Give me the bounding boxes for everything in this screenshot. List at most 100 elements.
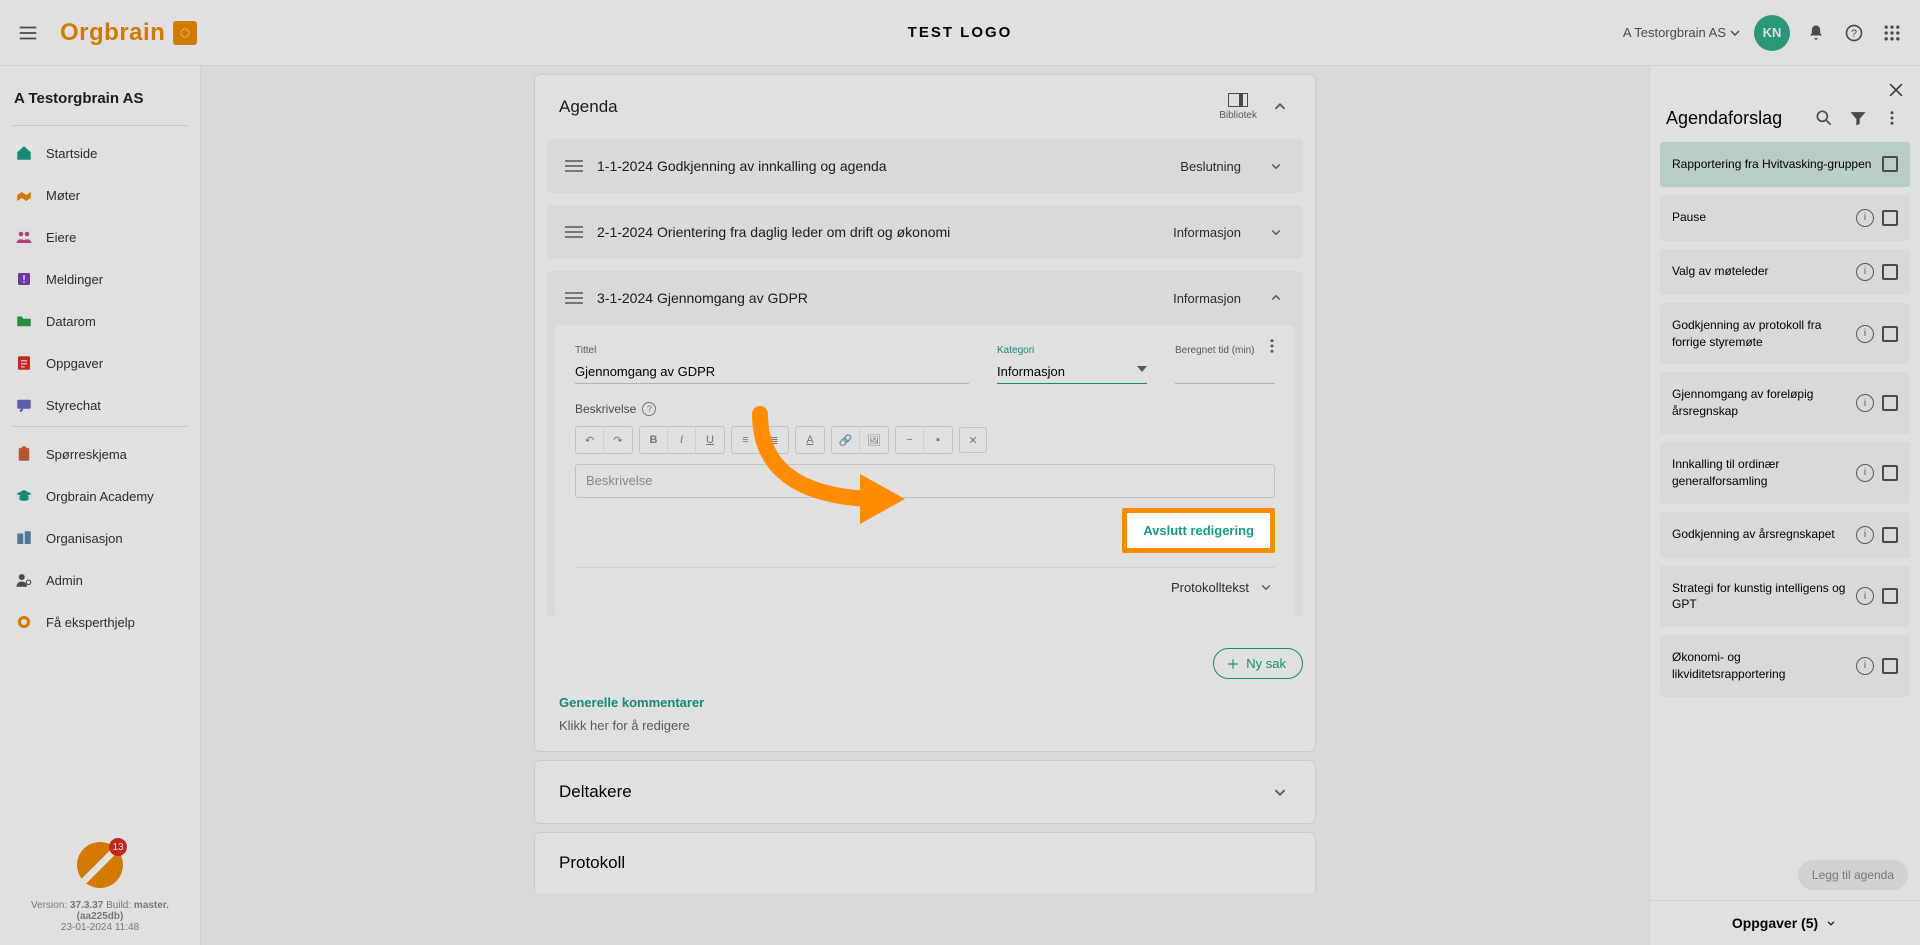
drag-handle-icon[interactable] — [565, 159, 583, 173]
italic-button[interactable]: I — [668, 427, 696, 453]
info-icon[interactable]: i — [1856, 325, 1874, 343]
deltakere-title: Deltakere — [559, 782, 632, 802]
sidebar-item-label: Styrechat — [46, 398, 101, 413]
people-icon — [14, 227, 34, 247]
info-icon[interactable]: i — [1856, 587, 1874, 605]
brand-logo[interactable]: Orgbrain — [60, 19, 201, 47]
building-icon — [14, 528, 34, 548]
sidebar-item-startside[interactable]: Startside — [0, 132, 200, 174]
tittel-input[interactable] — [575, 360, 969, 384]
checkbox[interactable] — [1882, 395, 1898, 411]
beskrivelse-editor[interactable]: Beskrivelse — [575, 464, 1275, 498]
oppgaver-footer[interactable]: Oppgaver (5) — [1650, 900, 1920, 945]
sidebar-item-sporreskjema[interactable]: Spørreskjema — [0, 433, 200, 475]
agenda-item-1[interactable]: 1-1-2024 Godkjenning av innkalling og ag… — [547, 139, 1303, 193]
chevron-down-icon — [1824, 916, 1838, 930]
checkbox[interactable] — [1882, 527, 1898, 543]
checkbox[interactable] — [1882, 658, 1898, 674]
agenda-item-title: 3-1-2024 Gjennomgang av GDPR — [597, 290, 1159, 306]
main-content: Agenda Bibliotek 1-1-2024 — [201, 66, 1649, 945]
deltakere-card[interactable]: Deltakere — [534, 760, 1316, 824]
avslutt-redigering-button[interactable]: Avslutt redigering — [1122, 508, 1275, 553]
agendaforslag-item[interactable]: Innkalling til ordinær generalforsamling… — [1660, 442, 1910, 504]
checkbox[interactable] — [1882, 156, 1898, 172]
bibliotek-button[interactable]: Bibliotek — [1219, 93, 1257, 121]
sidebar-item-oppgaver[interactable]: Oppgaver — [0, 342, 200, 384]
kategori-select[interactable] — [997, 360, 1147, 384]
filter-icon[interactable] — [1846, 106, 1870, 130]
legg-til-agenda-button[interactable]: Legg til agenda — [1798, 860, 1908, 890]
info-icon[interactable]: i — [1856, 657, 1874, 675]
sidebar-item-organisasjon[interactable]: Organisasjon — [0, 517, 200, 559]
agendaforslag-item[interactable]: Godkjenning av årsregnskapeti — [1660, 512, 1910, 558]
org-dropdown[interactable]: A Testorgbrain AS — [1623, 25, 1740, 40]
close-panel-button[interactable] — [1886, 80, 1906, 100]
checkbox[interactable] — [1882, 264, 1898, 280]
drag-handle-icon[interactable] — [565, 291, 583, 305]
image-button[interactable]: 🖼 — [860, 427, 888, 453]
agendaforslag-label: Strategi for kunstig intelligens og GPT — [1672, 580, 1848, 614]
undo-button[interactable]: ↶ — [576, 427, 604, 453]
comments-editor[interactable]: Klikk her for å redigere — [559, 718, 1291, 733]
drag-handle-icon[interactable] — [565, 225, 583, 239]
sidebar-item-label: Møter — [46, 188, 80, 203]
text-color-button[interactable]: A — [796, 427, 824, 453]
chevron-down-icon — [1257, 578, 1275, 596]
search-icon[interactable] — [1812, 106, 1836, 130]
underline-button[interactable]: U — [696, 427, 724, 453]
link-button[interactable]: 🔗 — [832, 427, 860, 453]
agendaforslag-item[interactable]: Økonomi- og likviditetsrapporteringi — [1660, 635, 1910, 697]
beregnet-input[interactable] — [1175, 360, 1275, 384]
chevron-down-icon — [1267, 157, 1285, 175]
redo-button[interactable]: ↷ — [604, 427, 632, 453]
sidebar-item-academy[interactable]: Orgbrain Academy — [0, 475, 200, 517]
minus-button[interactable]: − — [896, 427, 924, 453]
sidebar-item-eksperthjelp[interactable]: Få eksperthjelp — [0, 601, 200, 643]
academy-icon — [14, 486, 34, 506]
sidebar-item-admin[interactable]: Admin — [0, 559, 200, 601]
agenda-item-2[interactable]: 2-1-2024 Orientering fra daglig leder om… — [547, 205, 1303, 259]
checkbox[interactable] — [1882, 326, 1898, 342]
chevron-down-icon — [1269, 781, 1291, 803]
floating-action[interactable]: 13 — [77, 842, 123, 888]
sidebar-item-label: Oppgaver — [46, 356, 103, 371]
info-icon[interactable]: i — [1856, 263, 1874, 281]
sidebar-item-eiere[interactable]: Eiere — [0, 216, 200, 258]
ny-sak-button[interactable]: Ny sak — [1213, 648, 1303, 679]
agendaforslag-item[interactable]: Gjennomgang av foreløpig årsregnskapi — [1660, 372, 1910, 434]
bullet-list-button[interactable]: ≡ — [732, 427, 760, 453]
clear-button[interactable]: ✕ — [959, 427, 987, 453]
bell-icon[interactable] — [1804, 21, 1828, 45]
bold-button[interactable]: B — [640, 427, 668, 453]
agenda-item-3-header[interactable]: 3-1-2024 Gjennomgang av GDPR Informasjon — [547, 271, 1303, 325]
avatar[interactable]: KN — [1754, 15, 1790, 51]
sidebar-item-meldinger[interactable]: Meldinger — [0, 258, 200, 300]
help-icon[interactable]: ? — [642, 402, 656, 416]
agendaforslag-item[interactable]: Valg av møtelederi — [1660, 249, 1910, 295]
checkbox[interactable] — [1882, 465, 1898, 481]
sidebar-item-moter[interactable]: Møter — [0, 174, 200, 216]
agendaforslag-item[interactable]: Rapportering fra Hvitvasking-gruppen — [1660, 142, 1910, 187]
help-icon[interactable]: ? — [1842, 21, 1866, 45]
agendaforslag-item[interactable]: Strategi for kunstig intelligens og GPT i — [1660, 566, 1910, 628]
checkbox[interactable] — [1882, 210, 1898, 226]
info-icon[interactable]: i — [1856, 464, 1874, 482]
more-menu-icon[interactable] — [1263, 337, 1281, 355]
collapse-all-button[interactable] — [1269, 96, 1291, 118]
hamburger-menu[interactable] — [16, 21, 40, 45]
chevron-down-icon — [1267, 223, 1285, 241]
info-icon[interactable]: i — [1856, 209, 1874, 227]
sidebar-item-datarom[interactable]: Datarom — [0, 300, 200, 342]
plus-button[interactable]: ▪ — [924, 427, 952, 453]
info-icon[interactable]: i — [1856, 394, 1874, 412]
more-icon[interactable] — [1880, 106, 1904, 130]
agendaforslag-item[interactable]: Pausei — [1660, 195, 1910, 241]
info-icon[interactable]: i — [1856, 526, 1874, 544]
protokoll-card[interactable]: Protokoll — [534, 832, 1316, 893]
sidebar-item-styrechat[interactable]: Styrechat — [0, 384, 200, 426]
agendaforslag-item[interactable]: Godkjenning av protokoll fra forrige sty… — [1660, 303, 1910, 365]
checkbox[interactable] — [1882, 588, 1898, 604]
apps-icon[interactable] — [1880, 21, 1904, 45]
number-list-button[interactable]: ≣ — [760, 427, 788, 453]
protokolltekst-toggle[interactable]: Protokolltekst — [575, 567, 1275, 596]
